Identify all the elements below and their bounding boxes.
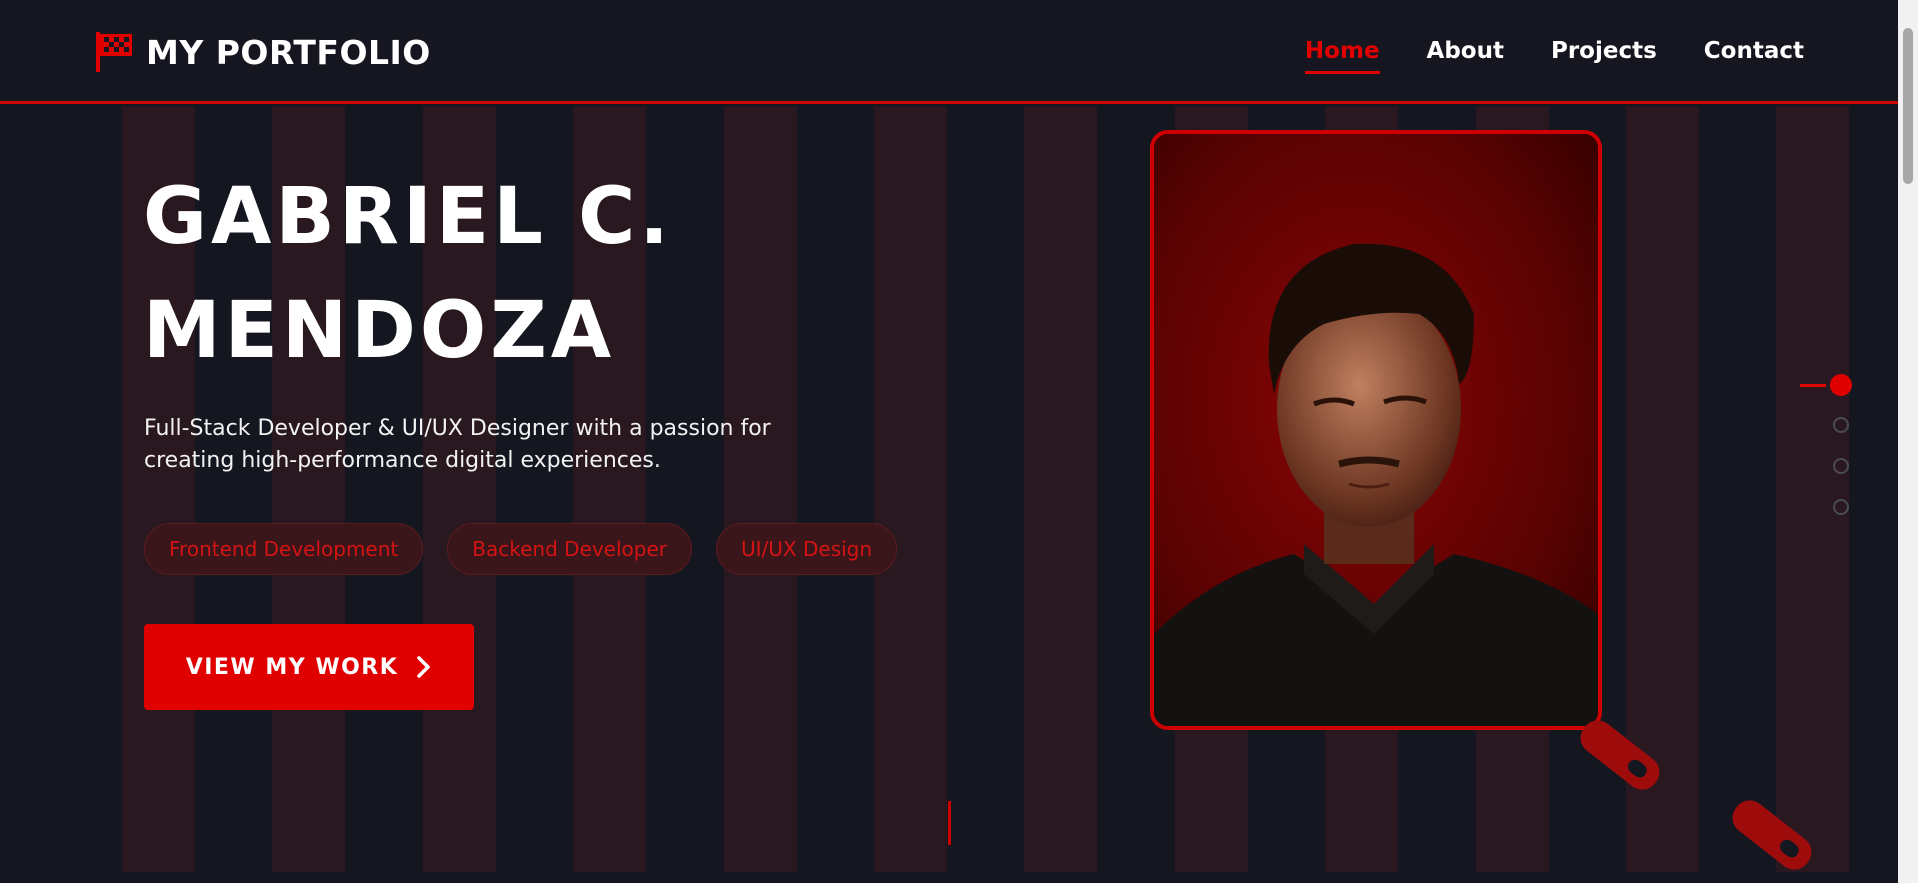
nav-link-home[interactable]: Home: [1304, 38, 1380, 74]
scrollbar[interactable]: [1898, 0, 1918, 883]
skill-tag-frontend: Frontend Development: [144, 523, 424, 575]
navbar: MY PORTFOLIO Home About Projects Contact: [0, 0, 1898, 104]
hero-name-line2: MENDOZA: [143, 286, 616, 376]
nav-links: Home About Projects Contact: [1304, 38, 1804, 74]
section-dot-1[interactable]: [1830, 374, 1852, 396]
view-my-work-label: VIEW MY WORK: [185, 654, 399, 680]
nav-link-about[interactable]: About: [1427, 38, 1504, 74]
section-indicator-line: [1800, 384, 1826, 387]
view-my-work-button[interactable]: VIEW MY WORK: [144, 624, 474, 710]
scroll-indicator: [948, 801, 951, 845]
hero-description: Full-Stack Developer & UI/UX Designer wi…: [144, 416, 771, 473]
skill-tag-backend: Backend Developer: [447, 523, 693, 575]
nav-link-projects[interactable]: Projects: [1551, 38, 1657, 74]
section-dot-2[interactable]: [1833, 417, 1849, 433]
scrollbar-thumb[interactable]: [1903, 28, 1913, 184]
brand-name: MY PORTFOLIO: [146, 32, 431, 72]
skill-tags: Frontend Development Backend Developer U…: [144, 523, 898, 575]
profile-photo: [1150, 130, 1602, 730]
brand-logo[interactable]: MY PORTFOLIO: [94, 30, 431, 74]
section-dot-4[interactable]: [1833, 499, 1849, 515]
skill-tag-uiux: UI/UX Design: [716, 523, 898, 575]
hero-name-line1: GABRIEL C.: [143, 172, 673, 262]
nav-link-contact[interactable]: Contact: [1704, 38, 1804, 74]
chevron-right-icon: [417, 656, 431, 678]
portrait-photo: [1154, 134, 1598, 726]
flag-icon: [96, 32, 132, 72]
pendant-decoration: [1580, 720, 1660, 790]
section-dot-3[interactable]: [1833, 458, 1849, 474]
hero-name: GABRIEL C. MENDOZA: [143, 160, 673, 388]
pendant-decoration-2: [1732, 800, 1812, 870]
